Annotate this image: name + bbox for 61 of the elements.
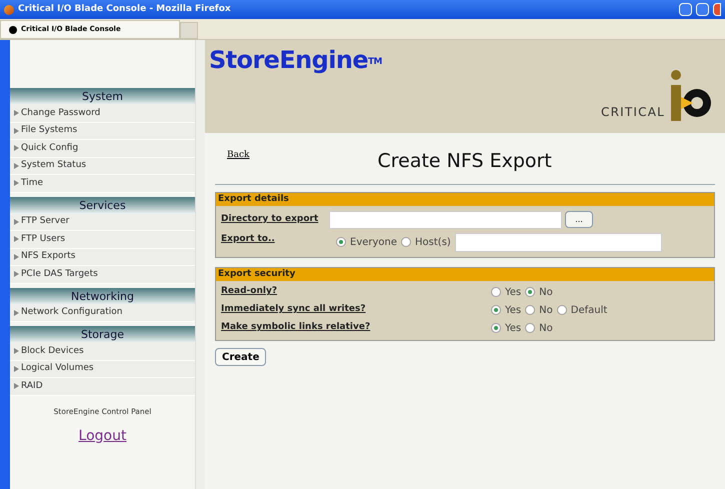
window-title: Critical I/O Blade Console - Mozilla Firefox: [18, 2, 232, 16]
radio-button[interactable]: [491, 287, 501, 297]
create-button[interactable]: Create: [215, 348, 266, 366]
radio-button[interactable]: [401, 237, 412, 247]
radio-label: No: [539, 322, 553, 336]
field-label: Export to..: [221, 232, 276, 246]
radio-label: Default: [570, 304, 608, 318]
bullet-icon: [14, 366, 19, 372]
directory-input[interactable]: [329, 210, 562, 228]
logout-link[interactable]: Logout: [78, 428, 126, 444]
bullet-icon: [14, 310, 19, 316]
page-title: Create NFS Export: [377, 149, 552, 174]
bullet-icon: [14, 271, 19, 278]
radio-label: Yes: [505, 286, 522, 300]
bullet-icon: [14, 180, 19, 186]
bullet-icon: [14, 236, 19, 242]
radio-button[interactable]: [525, 305, 536, 315]
back-link[interactable]: Back: [227, 149, 250, 162]
bullet-icon: [14, 162, 19, 169]
radio-button[interactable]: [336, 237, 346, 247]
radio-button[interactable]: [556, 305, 567, 315]
radio-button[interactable]: [491, 323, 501, 333]
bullet-icon: [14, 348, 19, 354]
firefox-icon: [4, 4, 14, 14]
section-header: Services: [10, 196, 195, 214]
radio-label: Everyone: [350, 236, 398, 250]
radio-label: No: [539, 286, 553, 300]
field-label: Directory to export: [221, 212, 320, 226]
bullet-icon: [14, 128, 19, 134]
field-label: Immediately sync all writes?: [221, 303, 367, 316]
radio-label: No: [539, 304, 553, 318]
section-title: Export details: [216, 192, 714, 206]
radio-button[interactable]: [525, 323, 536, 333]
company-name: CRITICAL: [601, 104, 665, 121]
radio-label: Yes: [505, 304, 522, 318]
radio-button[interactable]: [525, 287, 536, 297]
sidebar-link[interactable]: Time: [21, 176, 44, 190]
bullet-icon: [14, 218, 19, 225]
browse-button[interactable]: ...: [565, 211, 593, 228]
logo-icon: [9, 26, 17, 34]
io-logo-icon: [669, 69, 713, 121]
close-icon[interactable]: [713, 3, 721, 16]
section-header: System: [10, 88, 195, 105]
bullet-icon: [14, 145, 19, 152]
radio-button[interactable]: [491, 305, 501, 315]
maximize-icon[interactable]: [696, 3, 709, 16]
field-label: Make symbolic links relative?: [221, 321, 372, 334]
product-logo: StoreEngine$^{TM}$: [209, 46, 382, 74]
minimize-icon[interactable]: [679, 3, 692, 16]
section-title: Export security: [216, 268, 714, 280]
sidebar-link[interactable]: RAID: [21, 380, 43, 393]
bullet-icon: [14, 254, 19, 260]
hosts-input[interactable]: [454, 232, 662, 252]
sidebar-link[interactable]: FTP Users: [21, 232, 66, 246]
radio-label: Yes: [505, 322, 522, 336]
bullet-icon: [14, 383, 19, 390]
radio-label: Host(s): [415, 236, 451, 250]
bullet-icon: [14, 110, 19, 116]
section-header: Networking: [10, 288, 195, 304]
field-label: Read-only?: [221, 285, 278, 298]
section-header: Storage: [10, 326, 195, 343]
